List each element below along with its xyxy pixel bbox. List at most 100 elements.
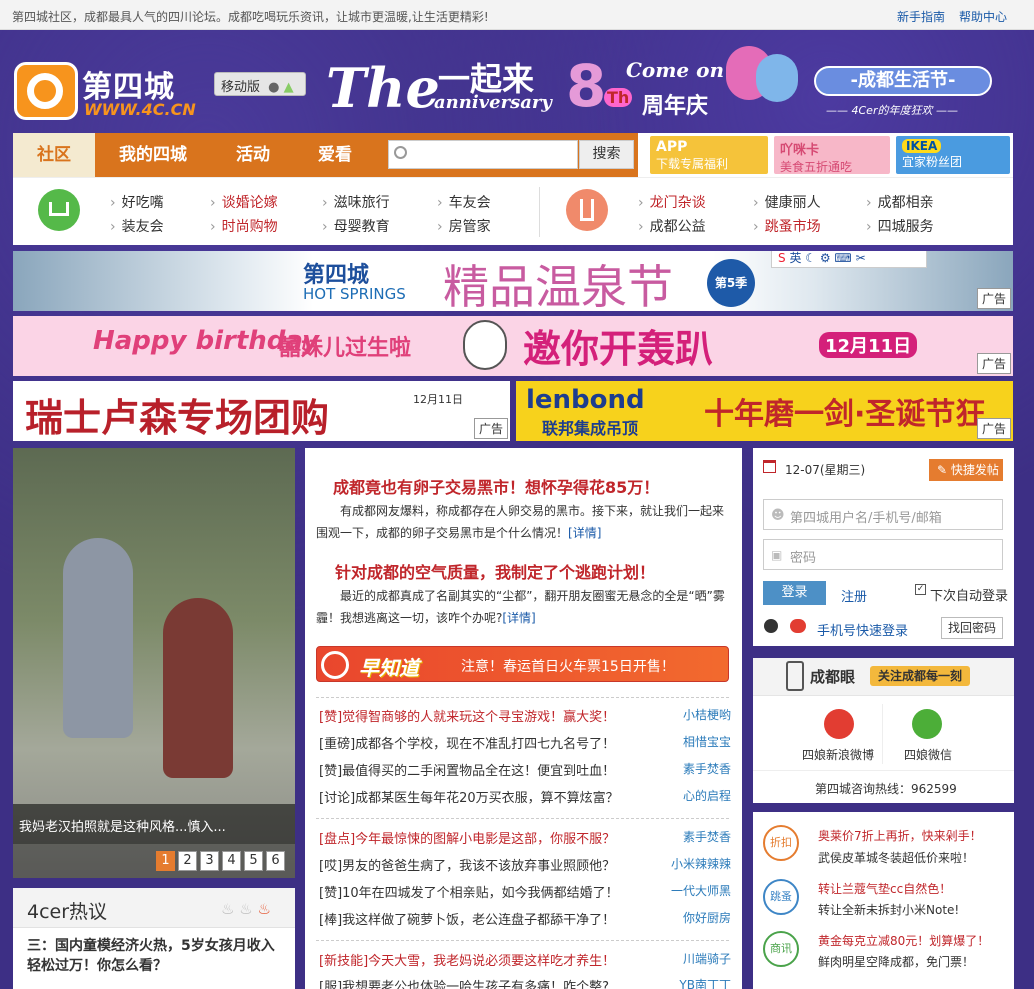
banner-lenbond[interactable]: lenbond 联邦集成吊顶 十年磨一剑·圣诞节狂欢 广告 [516,381,1013,441]
wechat-label[interactable]: 四娘微信 [904,746,952,763]
headline-2[interactable]: 针对成都的空气质量，我制定了个逃跑计划！ [335,559,655,583]
link-wedding[interactable]: 谈婚论嫁 [210,192,278,212]
promo-app-sub: 下载专属福利 [656,157,729,171]
list-author[interactable]: 小桔梗哟 [683,706,731,723]
weibo-label[interactable]: 四娘新浪微博 [802,746,874,763]
photo-page-5[interactable]: 5 [244,851,263,871]
list-item[interactable]: [新技能]今天大雪，我老妈说必须要这样吃才养生！ 川端骑子 [319,950,731,969]
detail-link-2[interactable]: [详情] [502,611,535,625]
photo-person-left [63,538,133,738]
list-author[interactable]: 小米辣辣辣 [671,855,731,872]
banner-birthday[interactable]: Happy birthday 囍妹儿过生啦 邀你开轰趴 12月11日 广告 [13,316,1013,376]
mobile-version-button[interactable]: 移动版 ● ▲ [214,72,306,96]
link-service[interactable]: 四城服务 [866,216,934,236]
promo-ikea-title: IKEA [902,139,942,153]
qq-icon[interactable] [764,619,778,633]
early-news-bar[interactable]: 早知道 注意！春运首日火车票15日开售！ [316,646,729,682]
category-news-badge: 商讯 [763,931,799,967]
sina-weibo-icon[interactable] [824,709,854,739]
summary-1: 有成都网友爆料，称成都存在人卵交易的黑市。接下来，就让我们一起来围观一下，成都的… [316,504,725,540]
link-parenting[interactable]: 母婴教育 [322,216,390,236]
quick-post-button[interactable]: ✎ 快捷发帖 [929,459,1003,481]
list-author[interactable]: 素手焚香 [683,828,731,845]
login-button[interactable]: 登录 [763,581,826,605]
list-item[interactable]: [服]我想要老公也体验一哈生孩子有多痛！咋个整? YB南丁丁 [319,976,731,989]
tab-events[interactable]: 活动 [213,133,293,177]
featured-photo[interactable]: 我妈老汉拍照就是这种风格...慎入... [13,448,295,878]
photo-caption[interactable]: 我妈老汉拍照就是这种风格...慎入... [13,804,295,844]
category-link[interactable]: 奥莱价7折上再折，快来剁手！ [818,827,982,844]
tab-watch[interactable]: 爱看 [297,133,373,177]
photo-page-6[interactable]: 6 [266,851,285,871]
list-author[interactable]: 你好厨房 [683,909,731,926]
list-item[interactable]: [赞]最值得买的二手闲置物品全在这！便宜到吐血！ 素手焚香 [319,760,731,779]
hot-item[interactable]: 三：国内童模经济火热，5岁女孩月收入轻松过万！你怎么看？ [27,936,283,976]
link-decor-club[interactable]: 装友会 [110,216,164,236]
list-author[interactable]: 素手焚香 [683,760,731,777]
site-slogan: 第四城社区，成都最具人气的四川论坛。成都吃喝玩乐资讯，让城市更温暖,让生活更精彩… [12,10,489,24]
link-health[interactable]: 健康丽人 [753,192,821,212]
register-link[interactable]: 注册 [841,586,867,605]
photo-page-3[interactable]: 3 [200,851,219,871]
link-foodie[interactable]: 好吃嘴 [110,192,164,212]
password-field[interactable]: 密码 [763,539,1003,570]
tab-community[interactable]: 社区 [13,133,95,177]
search-button[interactable]: 搜索 [579,140,634,169]
site-logo[interactable]: 第四城 WWW.4C.CN [14,62,196,120]
list-item[interactable]: [讨论]成都某医生每年花20万买衣服，算不算炫富？ 心的启程 [319,787,731,806]
logo-mark-icon [14,62,78,120]
category-link[interactable]: 转让兰蔻气垫cc自然色！ [818,880,951,897]
photo-page-2[interactable]: 2 [178,851,197,871]
link-dating[interactable]: 成都相亲 [866,192,934,212]
bday-invite: 邀你开轰趴 [523,327,714,371]
category-link[interactable]: 黄金每克立减80元！划算爆了！ [818,932,989,949]
list-author[interactable]: 心的启程 [683,787,731,804]
list-item[interactable]: [赞]10年在四城发了个相亲贴，如今我俩都结婚了！ 一代大师黑 [319,882,731,901]
banner-lucerne[interactable]: 瑞士卢森专场团购 12月11日 广告 [13,381,510,441]
link-charity[interactable]: 成都公益 [638,216,706,236]
list-item[interactable]: [盘点]今年最惊悚的图解小电影是这部，你服不服？ 素手焚香 [319,828,731,847]
list-item[interactable]: [棒]我这样做了碗萝卜饭，老公连盘子都舔干净了！ 你好厨房 [319,909,731,928]
search-input[interactable] [388,140,578,169]
list-author[interactable]: YB南丁丁 [679,976,731,989]
festival-sub: —— 4Cer的年度狂欢 —— [826,104,958,117]
promo-card[interactable]: 吖咪卡 美食五折通吃 [774,136,890,174]
wechat-icon[interactable] [912,709,942,739]
logo-url: WWW.4C.CN [84,100,196,119]
category-link[interactable]: 鲜肉明星空降成都，免门票！ [818,953,974,970]
list-author[interactable]: 一代大师黑 [671,882,731,899]
photo-page-1[interactable]: 1 [156,851,175,871]
bday-cn: 囍妹儿过生啦 [279,336,412,361]
banner-hot-springs[interactable]: 第四城 HOT SPRINGS 精品温泉节 第5季 S 英 ☾ ⚙ ⌨ ✂ 广告 [13,251,1013,311]
phone-login-link[interactable]: 手机号快速登录 [817,620,908,639]
weibo-icon[interactable] [790,619,806,633]
category-link[interactable]: 武侯皮革城冬装超低价来啦！ [818,849,974,866]
ime-mode: 英 [789,251,802,265]
promo-app[interactable]: APP 下载专属福利 [650,136,768,174]
link-longmen[interactable]: 龙门杂谈 [638,192,706,212]
username-field[interactable]: 第四城用户名/手机号/邮箱 [763,499,1003,530]
list-author[interactable]: 相惜宝宝 [683,733,731,750]
link-car-club[interactable]: 车友会 [437,192,491,212]
headline-1[interactable]: 成都竟也有卵子交易黑市！想怀孕得花85万！ [333,474,659,498]
promo-ikea[interactable]: IKEA 宜家粉丝团 [896,136,1010,174]
newbie-guide-link[interactable]: 新手指南 [897,8,945,25]
lucerne-title: 瑞士卢森专场团购 [25,396,330,440]
list-item[interactable]: [哎]男友的爸爸生病了，我该不该放弃事业照顾他？ 小米辣辣辣 [319,855,731,874]
list-item[interactable]: [赞]觉得智商够的人就来玩这个寻宝游戏！赢大奖！ 小桔梗哟 [319,706,731,725]
link-housing[interactable]: 房管家 [437,216,491,236]
tab-my-4c[interactable]: 我的四城 [101,133,205,177]
ime-toolbar[interactable]: S 英 ☾ ⚙ ⌨ ✂ [771,251,927,268]
forgot-password-button[interactable]: 找回密码 [941,617,1003,639]
category-link[interactable]: 转让全新未拆封小米Note! [818,901,959,918]
link-flea[interactable]: 跳蚤市场 [753,216,821,236]
link-travel[interactable]: 滋味旅行 [322,192,390,212]
help-center-link[interactable]: 帮助中心 [959,8,1007,25]
detail-link-1[interactable]: [详情] [568,526,601,540]
auto-login-checkbox[interactable]: ✓ [915,584,926,595]
list-item[interactable]: [重磅]成都各个学校，现在不准乱打四七九名号了！ 相惜宝宝 [319,733,731,752]
list-author[interactable]: 川端骑子 [683,950,731,967]
anniv-zhou: 周年庆 [642,94,709,119]
photo-page-4[interactable]: 4 [222,851,241,871]
link-fashion[interactable]: 时尚购物 [210,216,278,236]
